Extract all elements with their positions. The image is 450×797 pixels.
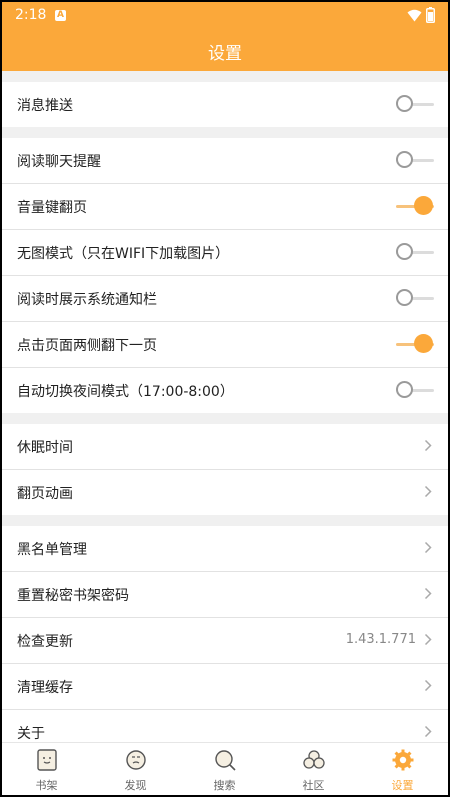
settings-row-label: 检查更新 [17,634,73,650]
tab-label: 设置 [391,779,414,792]
toggle-switch[interactable] [396,196,434,217]
settings-row[interactable]: 消息推送 [2,82,448,127]
settings-row[interactable]: 无图模式（只在WIFI下加载图片） [2,230,448,276]
chevron-right-icon [424,725,432,738]
settings-row-label: 点击页面两侧翻下一页 [17,338,157,354]
settings-row-label: 重置秘密书架密码 [17,588,129,604]
settings-row[interactable]: 点击页面两侧翻下一页 [2,322,448,368]
group-gap [2,515,448,526]
settings-row-label: 自动切换夜间模式（17:00-8:00） [17,384,234,400]
settings-row-label: 阅读时展示系统通知栏 [17,292,157,308]
group-gap [2,71,448,82]
discover-icon [126,750,146,770]
toggle-knob [396,95,413,112]
tab-settings[interactable]: 设置 [358,743,447,795]
notification-a-icon: A [55,10,66,21]
settings-row[interactable]: 黑名单管理 [2,526,448,572]
toggle-switch[interactable] [396,242,434,263]
settings-row-label: 翻页动画 [17,486,73,502]
toggle-knob [396,289,413,306]
settings-row-label: 消息推送 [17,98,73,114]
settings-row[interactable]: 翻页动画 [2,470,448,515]
wifi-icon [407,9,422,22]
toggle-knob [396,381,413,398]
tab-community[interactable]: 社区 [269,743,358,795]
battery-icon [426,7,435,23]
settings-group: 消息推送 [2,82,448,127]
toggle-switch[interactable] [396,94,434,115]
toggle-knob [396,243,413,260]
tab-label: 社区 [302,779,325,792]
settings-row[interactable]: 清理缓存 [2,664,448,710]
chevron-right-icon [424,679,432,692]
settings-row-label: 音量键翻页 [17,200,87,216]
chevron-right-icon [424,485,432,498]
chevron-right-icon [424,541,432,554]
settings-row[interactable]: 阅读时展示系统通知栏 [2,276,448,322]
tab-label: 发现 [124,779,147,792]
settings-list: 消息推送阅读聊天提醒 音量键翻页无图模式（只在WIFI下加载图片） 阅读时展示系统通… [2,71,448,755]
tab-bookshelf[interactable]: 书架 [2,743,91,795]
status-bar: 2:18 A [2,2,448,29]
chevron-right-icon [424,439,432,452]
toggle-switch[interactable] [396,288,434,309]
group-gap [2,413,448,424]
toggle-switch[interactable] [396,150,434,171]
app-frame: 2:18 A 设置 消息推送阅读聊天提醒 音量键翻页无图模式（只在WIFI下加载图… [0,0,450,797]
toggle-knob [414,334,433,353]
settings-row[interactable]: 阅读聊天提醒 [2,138,448,184]
community-icon [303,750,325,769]
chevron-right-icon [424,587,432,600]
toggle-switch[interactable] [396,380,434,401]
settings-row-label: 黑名单管理 [17,542,87,558]
chevron-right-icon [424,633,432,646]
settings-row[interactable]: 检查更新 1.43.1.771 [2,618,448,664]
settings-row-label: 休眠时间 [17,440,73,456]
app-header: 设置 [2,29,448,71]
toggle-knob [414,196,433,215]
settings-row[interactable]: 音量键翻页 [2,184,448,230]
page-title: 设置 [208,44,242,64]
settings-row-label: 清理缓存 [17,680,73,696]
tab-discover[interactable]: 发现 [91,743,180,795]
status-time: 2:18 [15,7,47,23]
settings-group: 阅读聊天提醒 音量键翻页无图模式（只在WIFI下加载图片） 阅读时展示系统通知栏 点击… [2,138,448,413]
tab-label: 书架 [35,779,58,792]
version-value: 1.43.1.771 [345,632,416,647]
settings-row[interactable]: 自动切换夜间模式（17:00-8:00） [2,368,448,413]
group-gap [2,127,448,138]
settings-group: 休眠时间 翻页动画 [2,424,448,515]
settings-row-label: 无图模式（只在WIFI下加载图片） [17,246,230,262]
settings-row-label: 阅读聊天提醒 [17,154,101,170]
toggle-switch[interactable] [396,334,434,355]
tab-search[interactable]: 搜索 [180,743,269,795]
bottom-tab-bar: 书架 发现 搜索 社区 设置 [2,742,448,795]
settings-gear-icon [392,749,414,771]
settings-row[interactable]: 重置秘密书架密码 [2,572,448,618]
settings-row-label: 关于 [17,726,45,742]
settings-row[interactable]: 休眠时间 [2,424,448,470]
toggle-knob [396,151,413,168]
tab-label: 搜索 [213,779,236,792]
search-icon [215,750,236,771]
bookshelf-icon [37,749,57,771]
settings-group: 黑名单管理重置秘密书架密码 检查更新 1.43.1.771 清理缓存关于 [2,526,448,755]
